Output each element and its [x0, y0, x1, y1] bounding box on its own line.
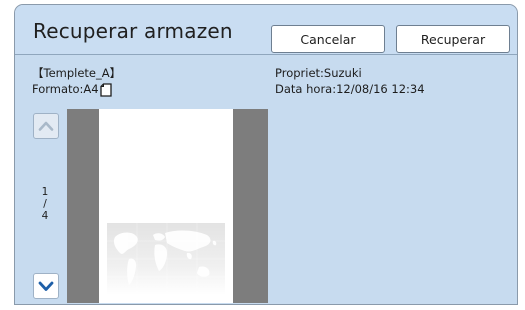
page-preview [67, 109, 268, 303]
format-label: Formato:A4 [32, 82, 99, 96]
preview-page [99, 109, 233, 303]
portrait-paper-icon [99, 83, 112, 97]
current-page: 1 [41, 186, 49, 198]
recover-button[interactable]: Recuperar [396, 25, 510, 53]
page-indicator: 1 / 4 [33, 186, 57, 222]
page-separator: / [43, 198, 47, 210]
owner-label: Propriet:Suzuki [275, 66, 362, 80]
file-meta: Propriet:Suzuki Data hora:12/08/16 12:34 [275, 65, 425, 97]
file-info: 【Templete_A】 Formato:A4 [32, 65, 121, 97]
total-pages: 4 [41, 210, 49, 222]
dialog-title: Recuperar armazen [33, 19, 233, 43]
dialog-header: Recuperar armazen Cancelar Recuperar [15, 5, 517, 55]
cancel-button[interactable]: Cancelar [271, 25, 385, 53]
page-up-button[interactable] [33, 113, 59, 139]
chevron-up-icon [38, 121, 54, 131]
datetime-label: Data hora:12/08/16 12:34 [275, 82, 425, 96]
chevron-down-icon [38, 281, 54, 291]
recover-storage-dialog: Recuperar armazen Cancelar Recuperar 【Te… [14, 4, 518, 305]
format-row: Formato:A4 [32, 81, 121, 97]
world-map-image [107, 223, 225, 295]
page-down-button[interactable] [33, 273, 59, 299]
file-name: 【Templete_A】 [32, 66, 122, 80]
